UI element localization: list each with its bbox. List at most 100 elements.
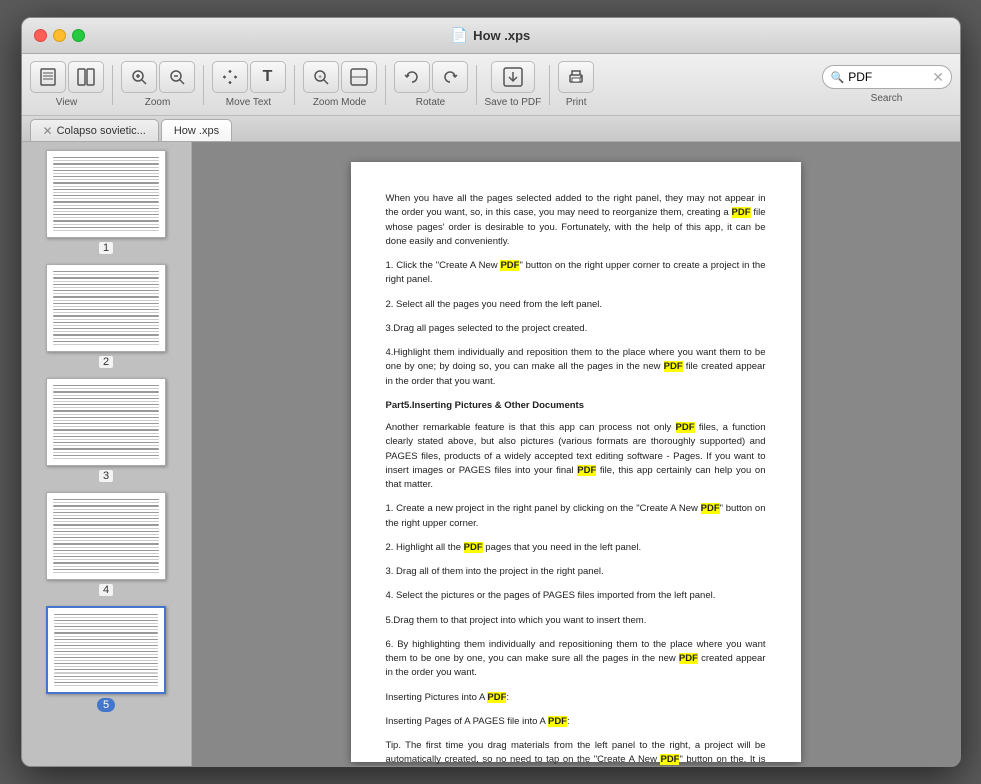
- maximize-button[interactable]: [72, 29, 85, 42]
- zoom-label: Zoom: [145, 97, 171, 108]
- rotate-right-button[interactable]: [432, 61, 468, 93]
- page-content: When you have all the pages selected add…: [351, 162, 801, 762]
- thumb-image-4: [46, 492, 166, 580]
- list-item-6: 2. Highlight all the PDF pages that you …: [386, 541, 766, 555]
- inserting-pages: Inserting Pages of A PAGES file into A P…: [386, 715, 766, 729]
- list-item-4: 4.Highlight them individually and reposi…: [386, 346, 766, 389]
- zoom-mode-2-button[interactable]: [341, 61, 377, 93]
- move-button[interactable]: [212, 61, 248, 93]
- sidebar: 1 2: [22, 142, 192, 766]
- search-input[interactable]: [848, 70, 928, 84]
- zoom-mode-1-button[interactable]: +: [303, 61, 339, 93]
- separator-2: [203, 65, 204, 105]
- highlight-pdf-7: PDF: [464, 542, 483, 553]
- main-area: 1 2: [22, 142, 960, 766]
- title-icon: 📄: [451, 27, 468, 44]
- tabbar: ✕ Colapso sovietic... How .xps: [22, 116, 960, 142]
- tab-active-label: How .xps: [174, 125, 219, 137]
- zoom-out-button[interactable]: [159, 61, 195, 93]
- page-thumb-3[interactable]: 3: [30, 378, 183, 482]
- page-thumb-2[interactable]: 2: [30, 264, 183, 368]
- separator-6: [549, 65, 550, 105]
- minimize-button[interactable]: [53, 29, 66, 42]
- two-page-view-button[interactable]: [68, 61, 104, 93]
- app-window: 📄 How .xps View: [21, 17, 961, 767]
- tab-how-xps[interactable]: How .xps: [161, 119, 232, 141]
- highlight-pdf-1: PDF: [732, 207, 751, 218]
- search-label: Search: [871, 93, 903, 104]
- print-label: Print: [566, 97, 587, 108]
- list-item-7: 3. Drag all of them into the project in …: [386, 565, 766, 579]
- toolbar-group-view: View: [30, 61, 104, 108]
- thumb-image-1: [46, 150, 166, 238]
- text-tool-button[interactable]: T: [250, 61, 286, 93]
- document-area[interactable]: When you have all the pages selected add…: [192, 142, 960, 766]
- print-button[interactable]: [558, 61, 594, 93]
- search-icon: 🔍: [831, 71, 845, 84]
- rotate-buttons: [394, 61, 468, 93]
- zoom-mode-label: Zoom Mode: [313, 97, 366, 108]
- search-clear-button[interactable]: ✕: [932, 69, 944, 86]
- rotate-left-button[interactable]: [394, 61, 430, 93]
- toolbar-group-zoom: Zoom: [121, 61, 195, 108]
- thumb-image-3: [46, 378, 166, 466]
- thumb-image-5: [46, 606, 166, 694]
- list-item-2: 2. Select all the pages you need from th…: [386, 298, 766, 312]
- zoom-in-button[interactable]: [121, 61, 157, 93]
- para-2: Another remarkable feature is that this …: [386, 421, 766, 492]
- titlebar: 📄 How .xps: [22, 18, 960, 54]
- separator-3: [294, 65, 295, 105]
- list-item-1: 1. Click the "Create A New PDF" button o…: [386, 259, 766, 288]
- close-button[interactable]: [34, 29, 47, 42]
- highlight-pdf-11: PDF: [660, 754, 679, 765]
- page-number-3: 3: [99, 470, 113, 482]
- toolbar-group-rotate: Rotate: [394, 61, 468, 108]
- tab-close-icon[interactable]: ✕: [43, 124, 53, 138]
- tip-text: Tip. The first time you drag materials f…: [386, 739, 766, 766]
- page-number-4: 4: [99, 584, 113, 596]
- traffic-lights: [34, 29, 85, 42]
- list-item-3: 3.Drag all pages selected to the project…: [386, 322, 766, 336]
- highlight-pdf-2: PDF: [500, 260, 519, 271]
- save-buttons: [491, 61, 535, 93]
- text-tool-icon: T: [263, 68, 273, 86]
- tab-label: Colapso sovietic...: [57, 125, 146, 137]
- separator-4: [385, 65, 386, 105]
- highlight-pdf-9: PDF: [487, 692, 506, 703]
- para-1: When you have all the pages selected add…: [386, 192, 766, 249]
- single-page-view-button[interactable]: [30, 61, 66, 93]
- page-thumb-1[interactable]: 1: [30, 150, 183, 254]
- page-thumb-4[interactable]: 4: [30, 492, 183, 596]
- list-item-9: 5.Drag them to that project into which y…: [386, 614, 766, 628]
- toolbar-group-save: Save to PDF: [485, 61, 542, 108]
- search-box[interactable]: 🔍 ✕: [822, 65, 952, 89]
- print-buttons: [558, 61, 594, 93]
- list-item-5: 1. Create a new project in the right pan…: [386, 502, 766, 531]
- zoom-buttons: [121, 61, 195, 93]
- svg-text:+: +: [318, 74, 322, 81]
- separator-5: [476, 65, 477, 105]
- list-item-10: 6. By highlighting them individually and…: [386, 638, 766, 681]
- toolbar-group-print: Print: [558, 61, 594, 108]
- section-title: Part5.Inserting Pictures & Other Documen…: [386, 399, 766, 413]
- toolbar: View Zoom T: [22, 54, 960, 116]
- toolbar-group-move-text: T Move Text: [212, 61, 286, 108]
- highlight-pdf-6: PDF: [701, 503, 720, 514]
- move-text-label: Move Text: [226, 97, 271, 108]
- rotate-label: Rotate: [416, 97, 445, 108]
- page-number-5: 5: [97, 698, 115, 712]
- highlight-pdf-4: PDF: [676, 422, 695, 433]
- save-label: Save to PDF: [485, 97, 542, 108]
- highlight-pdf-10: PDF: [548, 716, 567, 727]
- tab-colapso[interactable]: ✕ Colapso sovietic...: [30, 119, 159, 141]
- highlight-pdf-8: PDF: [679, 653, 698, 664]
- page-number-1: 1: [99, 242, 113, 254]
- thumb-image-2: [46, 264, 166, 352]
- view-buttons: [30, 61, 104, 93]
- page-number-2: 2: [99, 356, 113, 368]
- inserting-pics: Inserting Pictures into A PDF:: [386, 691, 766, 705]
- save-to-pdf-button[interactable]: [491, 61, 535, 93]
- toolbar-group-zoom-mode: + Zoom Mode: [303, 61, 377, 108]
- zoom-mode-buttons: +: [303, 61, 377, 93]
- page-thumb-5[interactable]: 5: [30, 606, 183, 712]
